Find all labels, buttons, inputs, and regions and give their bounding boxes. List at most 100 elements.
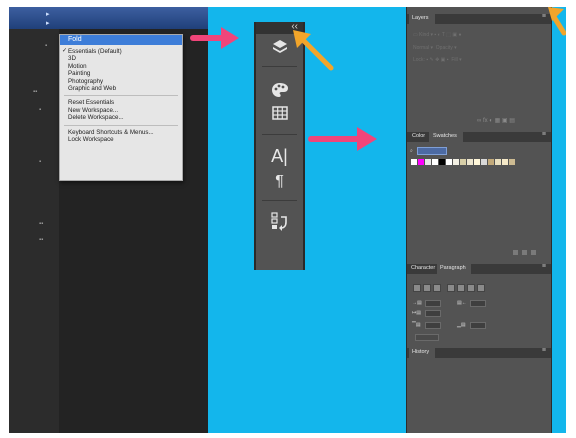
history-panel-header: History ≡ bbox=[407, 347, 551, 358]
menu-separator bbox=[64, 95, 178, 97]
menu-item-delete-workspace[interactable]: Delete Workspace... bbox=[60, 114, 182, 121]
dock-divider bbox=[262, 134, 297, 135]
space-before-input[interactable] bbox=[425, 322, 441, 329]
menu-item-motion[interactable]: Motion bbox=[60, 63, 182, 70]
panel-menu-icon[interactable]: ≡ bbox=[542, 347, 546, 354]
indent-right-icon: ▤← bbox=[457, 300, 467, 306]
panel-menu-icon[interactable]: ≡ bbox=[542, 131, 546, 138]
swatch-chip[interactable] bbox=[446, 159, 452, 165]
menu-item-painting[interactable]: Painting bbox=[60, 70, 182, 77]
indent-right-input[interactable] bbox=[470, 300, 486, 307]
orange-arrow-icon bbox=[293, 30, 334, 71]
menu-item-lock-workspace[interactable]: Lock Workspace bbox=[60, 136, 182, 143]
workspace-menu-screenshot: ▸ ▸ ▪ ▪▪ ▪ ▪ ▪▪ ▪▪ Fold ✓ Essentials (De… bbox=[9, 7, 208, 433]
tab-paragraph[interactable]: Paragraph bbox=[440, 265, 466, 271]
swatch-chip[interactable] bbox=[439, 159, 445, 165]
orange-arrow-icon bbox=[548, 7, 566, 36]
menu-item-essentials[interactable]: ✓ Essentials (Default) bbox=[60, 48, 182, 55]
menu-item-new-workspace[interactable]: New Workspace... bbox=[60, 107, 182, 114]
align-center-button[interactable] bbox=[423, 284, 431, 292]
swatch-chip[interactable] bbox=[425, 159, 431, 165]
tab-swatches[interactable]: Swatches bbox=[433, 133, 457, 139]
swatch-chip[interactable] bbox=[502, 159, 508, 165]
space-after-input[interactable] bbox=[470, 322, 486, 329]
first-line-indent-icon: ↦▤ bbox=[412, 310, 421, 316]
swatches-grid-icon bbox=[271, 106, 288, 120]
tool-mark: ▪▪ bbox=[39, 237, 44, 243]
align-right-button[interactable] bbox=[433, 284, 441, 292]
hyphenate-checkbox[interactable] bbox=[415, 334, 439, 341]
history-icon bbox=[270, 212, 287, 231]
layers-panel-header: Layers ≡ bbox=[407, 13, 551, 24]
layers-lock-row: Lock: ▪ ✎ ✥ ▣ ▪ Fill ▾ bbox=[413, 57, 462, 63]
align-left-button[interactable] bbox=[413, 284, 421, 292]
paragraph-panel-header: Character Paragraph ≡ bbox=[407, 263, 551, 274]
tools-sidebar: ▪ ▪▪ ▪ ▪ ▪▪ ▪▪ bbox=[9, 29, 59, 433]
menu-item-photography[interactable]: Photography bbox=[60, 78, 182, 85]
new-folder-icon[interactable] bbox=[513, 250, 518, 255]
tool-mark: ▪ bbox=[45, 43, 48, 49]
swatches-panel-header: Color Swatches ≡ bbox=[407, 131, 551, 142]
justify-all-button[interactable] bbox=[477, 284, 485, 292]
indent-left-input[interactable] bbox=[425, 300, 441, 307]
swatch-chip[interactable] bbox=[460, 159, 466, 165]
swatch-chip[interactable] bbox=[509, 159, 515, 165]
screenshot-composite: ▸ ▸ ▪ ▪▪ ▪ ▪ ▪▪ ▪▪ Fold ✓ Essentials (De… bbox=[9, 7, 566, 433]
menu-bar: ▸ ▸ bbox=[9, 7, 208, 29]
delete-swatch-icon[interactable] bbox=[531, 250, 536, 255]
workspace-dropdown-menu[interactable]: Fold ✓ Essentials (Default) 3D Motion Pa… bbox=[59, 34, 183, 181]
pink-arrow-icon bbox=[190, 27, 239, 49]
history-panel-button[interactable] bbox=[256, 212, 303, 237]
swatch-chip[interactable] bbox=[488, 159, 494, 165]
tool-mark: ▪ bbox=[39, 107, 42, 113]
space-before-icon: ▔▤ bbox=[412, 322, 421, 328]
tab-color[interactable]: Color bbox=[412, 133, 425, 139]
swatch-chip[interactable] bbox=[453, 159, 459, 165]
tool-mark: ▪▪ bbox=[39, 221, 44, 227]
swatch-chip[interactable] bbox=[474, 159, 480, 165]
layers-footer-icons[interactable]: ∞ fx ◐ ▦ ▣ ▤ bbox=[477, 117, 515, 124]
menu-item-label: Essentials (Default) bbox=[68, 48, 122, 55]
swatch-chip[interactable] bbox=[411, 159, 417, 165]
expanded-panels: Layers ≡ ▭ Kind ▾ ▪ ◐ T ⬚ ▣ ● Normal ▾ O… bbox=[406, 7, 552, 433]
menu-item-graphic-web[interactable]: Graphic and Web bbox=[60, 85, 182, 92]
menu-item-highlighted[interactable]: Fold bbox=[60, 35, 182, 45]
swatch-name-field[interactable] bbox=[417, 147, 447, 155]
chevron-icon: ▸ bbox=[46, 11, 50, 18]
swatch-grid[interactable] bbox=[411, 159, 516, 165]
layers-icon bbox=[272, 40, 287, 53]
checkmark-icon: ✓ bbox=[62, 48, 68, 54]
indent-left-icon: →▤ bbox=[412, 300, 422, 306]
pink-arrow-icon bbox=[308, 127, 377, 151]
paragraph-panel-button[interactable]: ¶ bbox=[256, 172, 303, 192]
palette-icon bbox=[271, 83, 288, 97]
tab-history[interactable]: History bbox=[412, 349, 429, 355]
swatch-chip[interactable] bbox=[467, 159, 473, 165]
chevron-icon: ▸ bbox=[46, 20, 50, 27]
justify-last-left-button[interactable] bbox=[447, 284, 455, 292]
space-after-icon: ▁▤ bbox=[457, 322, 466, 328]
panel-menu-icon[interactable]: ≡ bbox=[542, 13, 546, 20]
swatch-chip[interactable] bbox=[495, 159, 501, 165]
character-panel-button[interactable]: A| bbox=[256, 146, 303, 166]
first-line-indent-input[interactable] bbox=[425, 310, 441, 317]
swatch-chip[interactable] bbox=[418, 159, 424, 165]
swatches-panel-button[interactable] bbox=[256, 106, 303, 125]
tab-character[interactable]: Character bbox=[411, 265, 435, 271]
tab-layers[interactable]: Layers bbox=[412, 15, 429, 21]
menu-item-reset[interactable]: Reset Essentials bbox=[60, 99, 182, 106]
new-swatch-icon[interactable] bbox=[522, 250, 527, 255]
menu-item-keyboard-shortcuts[interactable]: Keyboard Shortcuts & Menus... bbox=[60, 129, 182, 136]
color-panel-button[interactable] bbox=[256, 82, 303, 103]
justify-last-center-button[interactable] bbox=[457, 284, 465, 292]
panel-menu-icon[interactable]: ≡ bbox=[542, 263, 546, 270]
layers-blend-row: Normal ▾ Opacity ▾ bbox=[413, 45, 457, 51]
swatch-chip[interactable] bbox=[432, 159, 438, 165]
justify-last-right-button[interactable] bbox=[467, 284, 475, 292]
tool-mark: ▪▪ bbox=[33, 89, 38, 95]
layers-filter-row: ▭ Kind ▾ ▪ ◐ T ⬚ ▣ ● bbox=[413, 32, 462, 38]
dock-divider bbox=[262, 200, 297, 201]
menu-separator bbox=[64, 124, 178, 126]
swatch-chip[interactable] bbox=[481, 159, 487, 165]
menu-item-3d[interactable]: 3D bbox=[60, 55, 182, 62]
